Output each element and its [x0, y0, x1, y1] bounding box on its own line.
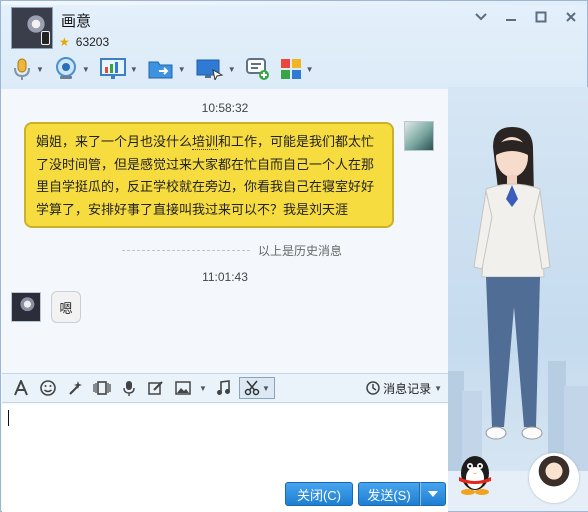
folder-icon: [148, 61, 173, 79]
chevron-down-icon: ▼: [261, 383, 270, 393]
outgoing-message-bubble[interactable]: 娟姐，来了一个月也没什么培训和工作，可能是我们都太忙了没时间管，但是感觉过来大家…: [24, 122, 394, 228]
level-badge: ★ 63203: [59, 35, 109, 49]
contact-name: 画意: [61, 13, 92, 30]
chevron-down-icon: ▼: [36, 64, 44, 74]
contact-small-avatar[interactable]: [11, 292, 41, 322]
chevron-down-icon: ▼: [305, 64, 314, 74]
maximize-icon[interactable]: [533, 9, 549, 25]
voice-call-button[interactable]: ▼: [9, 56, 47, 82]
history-divider: 以上是历史消息: [122, 242, 342, 259]
minimize-icon[interactable]: [503, 9, 519, 25]
message-text: 嗯: [59, 300, 73, 316]
send-button[interactable]: 发送(S): [358, 482, 420, 506]
friend-show-avatar[interactable]: [529, 453, 579, 503]
close-icon[interactable]: [563, 9, 579, 25]
webcam-icon: [55, 57, 76, 79]
message-area[interactable]: 10:58:32 娟姐，来了一个月也没什么培训和工作，可能是我们都太忙了没时间管…: [2, 89, 448, 371]
history-divider-label: 以上是历史消息: [257, 244, 342, 258]
chevron-down-icon[interactable]: [473, 9, 489, 25]
my-avatar[interactable]: [404, 121, 434, 151]
message-input[interactable]: [2, 404, 448, 476]
monitor-icon: [196, 59, 224, 80]
mobile-online-icon: [41, 31, 50, 45]
footer-bar: 关闭(C) 发送(S): [2, 476, 448, 512]
video-call-button[interactable]: ▼: [51, 56, 93, 82]
message-history-label: 消息记录: [383, 381, 432, 396]
remote-desktop-button[interactable]: ▼: [97, 56, 141, 82]
image-icon[interactable]: [172, 377, 194, 399]
contact-avatar[interactable]: [11, 7, 53, 49]
star-icon: ★: [59, 35, 70, 49]
character-show-panel: [448, 87, 588, 511]
message-history-button[interactable]: 消息记录 ▼: [366, 380, 442, 397]
window-controls: [473, 9, 579, 25]
emoji-icon[interactable]: [37, 377, 59, 399]
shake-window-icon[interactable]: [91, 377, 113, 399]
incoming-message-bubble[interactable]: 嗯: [51, 291, 81, 323]
music-icon[interactable]: [212, 377, 234, 399]
app-center-button[interactable]: ▼: [277, 56, 317, 82]
chat-window: 画意 ★ 63203 ▼ ▼ ▼ ▼ ▼ ▼ 10:58:32 娟姐，来了一个月…: [0, 0, 588, 512]
presentation-icon: [99, 58, 126, 79]
apps-grid-icon: [280, 59, 301, 79]
close-button[interactable]: 关闭(C): [285, 482, 353, 506]
message-text: 娟姐，来了一个月也没什么: [36, 134, 193, 149]
chevron-down-icon: [428, 491, 438, 497]
chevron-down-icon: ▼: [434, 383, 442, 393]
main-toolbar: ▼ ▼ ▼ ▼ ▼ ▼: [9, 55, 317, 83]
font-icon[interactable]: [10, 377, 32, 399]
qq-penguin-icon[interactable]: [455, 453, 495, 495]
chevron-down-icon[interactable]: ▼: [199, 384, 207, 393]
input-toolbar: ▼ ▼ 消息记录 ▼: [2, 373, 448, 403]
send-file-button[interactable]: ▼: [145, 56, 189, 82]
chevron-down-icon: ▼: [129, 64, 138, 74]
chevron-down-icon: ▼: [227, 64, 236, 74]
send-options-button[interactable]: [420, 482, 446, 506]
microphone-icon: [14, 58, 30, 80]
voice-message-icon[interactable]: [118, 377, 140, 399]
message-text-underlined: 培训: [192, 134, 219, 150]
title-strip: [1, 1, 587, 5]
chevron-down-icon: ▼: [177, 64, 186, 74]
message-timestamp: 10:58:32: [201, 101, 249, 115]
magic-wand-icon[interactable]: [64, 377, 86, 399]
message-timestamp: 11:01:43: [202, 270, 248, 284]
level-number: 63203: [75, 35, 110, 49]
clock-icon: [366, 381, 380, 395]
screen-share-button[interactable]: ▼: [193, 56, 239, 82]
chevron-down-icon: ▼: [81, 64, 90, 74]
divider-line: [122, 250, 250, 251]
text-caret: [8, 410, 9, 426]
add-contact-button[interactable]: [243, 56, 273, 82]
screenshot-scissors-icon[interactable]: ▼: [238, 377, 275, 399]
chat-plus-icon: [245, 58, 269, 80]
character-figure: [473, 127, 551, 440]
edit-icon[interactable]: [145, 377, 167, 399]
